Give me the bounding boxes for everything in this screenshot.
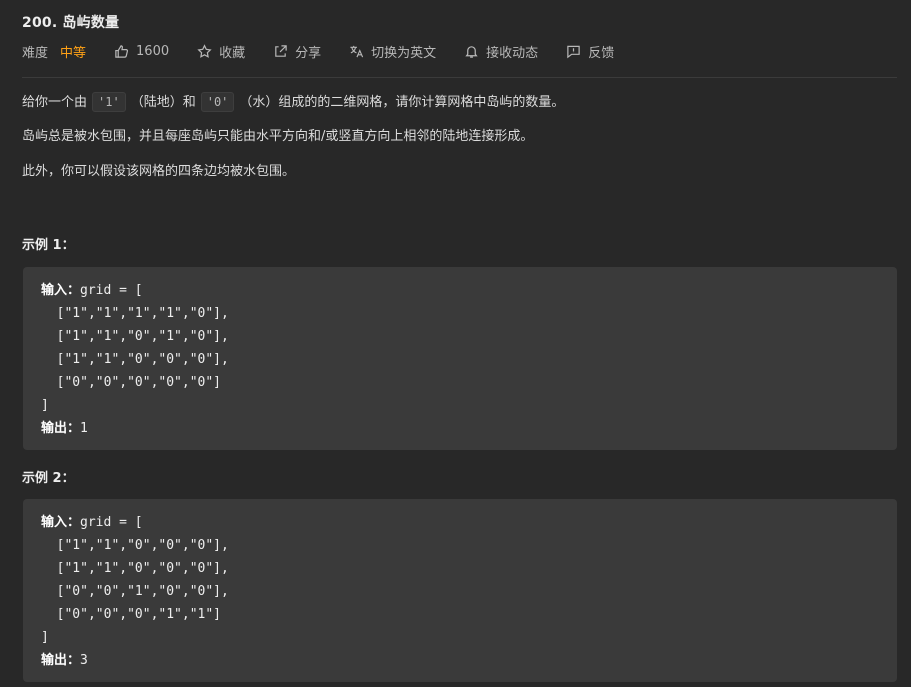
grid-row: ["1","1","0","0","0"], <box>41 538 229 553</box>
favorite-button[interactable]: 收藏 <box>197 42 245 61</box>
feedback-label: 反馈 <box>588 45 615 61</box>
input-label: 输入： <box>41 283 81 298</box>
output-label: 输出： <box>41 421 81 436</box>
grid-row: ["1","1","1","1","0"], <box>41 306 229 321</box>
difficulty-label: 难度 <box>22 45 49 61</box>
like-button[interactable]: 1600 <box>114 44 169 59</box>
output-value: 1 <box>80 421 88 436</box>
input-label: 输入： <box>41 515 81 530</box>
example-2-heading: 示例 2： <box>22 471 75 486</box>
problem-page: 200. 岛屿数量 难度 中等 1600 收藏 分享 切换为英文 接收动态 反馈… <box>0 0 911 687</box>
input-close: ] <box>41 630 49 645</box>
inline-code-water: '0' <box>200 92 235 112</box>
description-paragraph-2: 岛屿总是被水包围，并且每座岛屿只能由水平方向和/或竖直方向上相邻的陆地连接形成。 <box>22 129 534 144</box>
share-icon <box>275 44 287 57</box>
example-1-heading: 示例 1： <box>22 238 75 253</box>
example-1-code-block: 输入：grid = [ ["1","1","1","1","0"], ["1",… <box>23 267 897 450</box>
share-label: 分享 <box>295 45 322 61</box>
inline-code-land: '1' <box>92 92 126 112</box>
bell-icon <box>465 45 478 58</box>
subscribe-label: 接收动态 <box>486 45 539 61</box>
grid-row: ["1","1","0","0","0"], <box>41 352 229 367</box>
switch-language-label: 切换为英文 <box>371 45 437 61</box>
input-first-line: grid = [ <box>80 283 143 298</box>
thumbs-up-icon <box>115 44 129 58</box>
input-first-line: grid = [ <box>80 515 143 530</box>
star-icon <box>197 43 212 58</box>
difficulty-value: 中等 <box>60 45 87 61</box>
share-button[interactable]: 分享 <box>273 42 321 61</box>
grid-row: ["0","0","0","1","1"] <box>41 607 222 622</box>
problem-meta-bar: 难度 中等 1600 收藏 分享 切换为英文 接收动态 反馈 <box>22 42 642 61</box>
like-count: 1600 <box>136 43 170 59</box>
input-close: ] <box>41 398 49 413</box>
feedback-icon <box>567 45 580 58</box>
grid-row: ["0","0","0","0","0"] <box>41 375 222 390</box>
output-label: 输出： <box>41 653 81 668</box>
problem-title: 200. 岛屿数量 <box>22 15 120 31</box>
output-value: 3 <box>80 653 88 668</box>
header-divider <box>22 77 897 78</box>
description-paragraph-1: 给你一个由 '1' （陆地）和 '0' （水）组成的的二维网格，请你计算网格中岛屿的数量… <box>22 92 564 114</box>
description-paragraph-3: 此外，你可以假设该网格的四条边均被水包围。 <box>22 164 296 179</box>
description-text: 给你一个由 <box>22 95 88 110</box>
example-2-code-block: 输入：grid = [ ["1","1","0","0","0"], ["1",… <box>23 499 897 682</box>
subscribe-button[interactable]: 接收动态 <box>464 42 538 61</box>
feedback-button[interactable]: 反馈 <box>566 42 614 61</box>
description-text: （水）组成的的二维网格，请你计算网格中岛屿的数量。 <box>239 95 565 110</box>
switch-language-button[interactable]: 切换为英文 <box>349 42 436 61</box>
description-text: （陆地）和 <box>130 95 196 110</box>
grid-row: ["1","1","0","0","0"], <box>41 561 229 576</box>
grid-row: ["1","1","0","1","0"], <box>41 329 229 344</box>
favorite-label: 收藏 <box>219 45 246 61</box>
grid-row: ["0","0","1","0","0"], <box>41 584 229 599</box>
translate-icon <box>350 45 364 57</box>
